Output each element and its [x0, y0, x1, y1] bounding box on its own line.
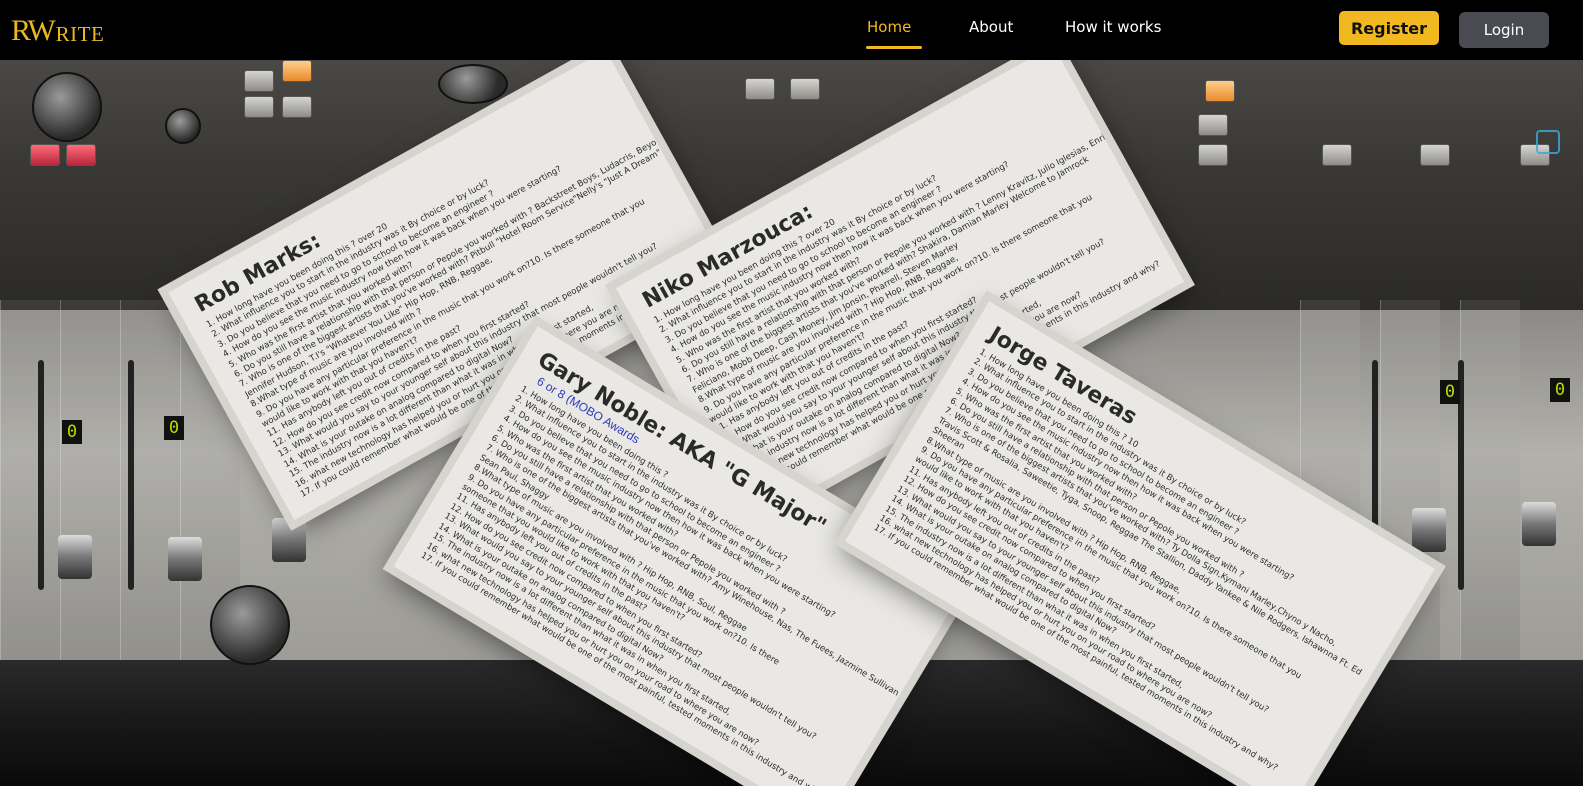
jog-wheel [210, 585, 290, 665]
channel-display: 0 [164, 416, 184, 440]
nav-home-link[interactable]: Home [867, 18, 911, 40]
fader-knob [168, 537, 202, 581]
console-button [282, 60, 312, 82]
fader-track [38, 360, 44, 590]
channel-display: 0 [1550, 378, 1570, 402]
channel-strip [60, 300, 120, 660]
fader-knob [1522, 502, 1556, 546]
console-button [244, 70, 274, 92]
channel-strip [0, 300, 60, 660]
console-button [1205, 80, 1235, 102]
console-button [745, 78, 775, 100]
monitor-level-knob [32, 72, 102, 142]
logo-wordmark: RITE [55, 22, 105, 46]
channel-display: 0 [1440, 380, 1460, 404]
console-button [1420, 144, 1450, 166]
fader-knob [272, 518, 306, 562]
rotary-knob [165, 108, 201, 144]
fader-track [128, 360, 134, 590]
active-nav-indicator [866, 46, 922, 49]
console-button [30, 144, 60, 166]
console-button [1198, 144, 1228, 166]
nav-how-it-works-link[interactable]: How it works [1065, 18, 1161, 40]
channel-display: 0 [62, 420, 82, 444]
register-button[interactable]: Register [1339, 11, 1439, 45]
logo-mark: RW [11, 14, 56, 47]
fader-knob [1412, 508, 1446, 552]
top-navbar: RW RITE Home About How it works Register… [0, 0, 1583, 60]
console-button [790, 78, 820, 100]
console-button [282, 96, 312, 118]
nav-about-link[interactable]: About [969, 18, 1013, 40]
hero-image: 0 0 0 0 0 Rob Marks: 1. How long have yo… [0, 60, 1583, 786]
console-button [1322, 144, 1352, 166]
console-button [1198, 114, 1228, 136]
jog-wheel [438, 64, 508, 104]
fader-knob [58, 535, 92, 579]
console-button [66, 144, 96, 166]
login-button[interactable]: Login [1459, 12, 1549, 48]
channel-strip [1460, 300, 1520, 660]
brand-logo[interactable]: RW RITE [11, 14, 105, 47]
fullscreen-icon[interactable] [1536, 130, 1560, 154]
console-button [244, 96, 274, 118]
